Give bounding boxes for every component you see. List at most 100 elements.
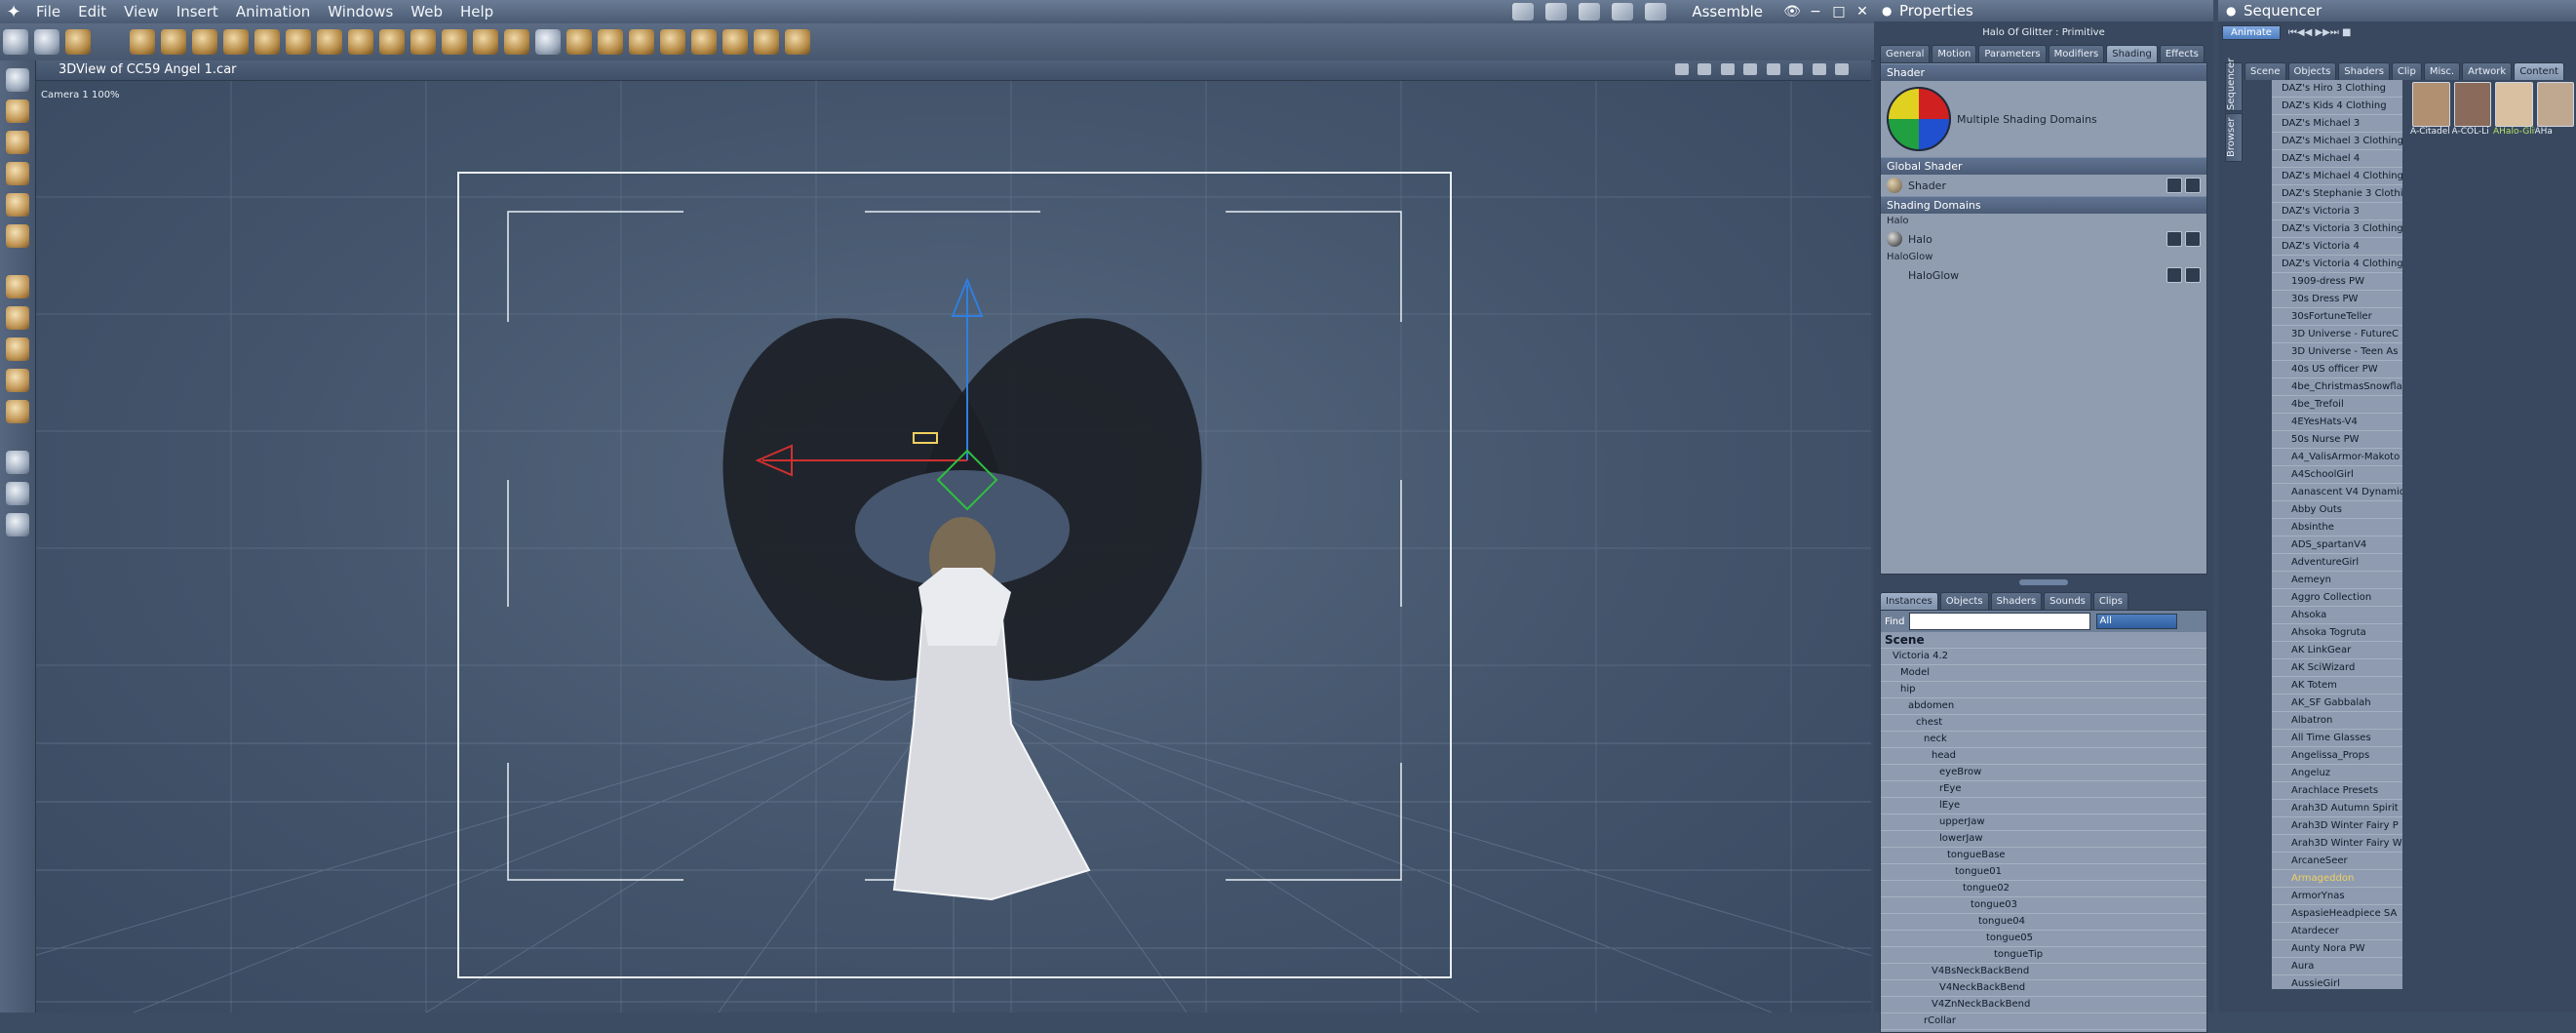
tree-row[interactable]: V4NeckBackBend bbox=[1881, 980, 2206, 997]
library-item[interactable]: Atardecer bbox=[2272, 923, 2402, 940]
close-icon[interactable]: ✕ bbox=[1854, 3, 1871, 20]
library-item[interactable]: 30sFortuneTeller bbox=[2272, 308, 2402, 326]
insert-cylinder-icon[interactable] bbox=[566, 29, 592, 55]
tree-row[interactable]: lEye bbox=[1881, 798, 2206, 814]
menu-edit[interactable]: Edit bbox=[69, 0, 115, 23]
link-tool-icon[interactable] bbox=[65, 29, 91, 55]
thumbnail-image[interactable] bbox=[2537, 82, 2575, 127]
library-item[interactable]: A4SchoolGirl bbox=[2272, 466, 2402, 484]
thumbnail-label[interactable]: AHalo-Glit bbox=[2493, 127, 2535, 137]
insert-cone-icon[interactable] bbox=[161, 29, 186, 55]
library-item[interactable]: Aura bbox=[2272, 958, 2402, 975]
shader-ball-icon[interactable] bbox=[1887, 178, 1902, 193]
room-texture-icon[interactable] bbox=[1579, 3, 1600, 20]
view-split-icon[interactable] bbox=[1743, 63, 1757, 75]
tab-effects[interactable]: Effects bbox=[2160, 45, 2205, 62]
domain-options-icon[interactable] bbox=[2166, 231, 2182, 247]
library-item[interactable]: Abby Outs bbox=[2272, 501, 2402, 519]
library-item[interactable]: Aunty Nora PW bbox=[2272, 940, 2402, 958]
library-item[interactable]: ArcaneSeer bbox=[2272, 853, 2402, 870]
tree-row[interactable]: tongueTip bbox=[1881, 947, 2206, 964]
thumbnail-image[interactable] bbox=[2412, 82, 2450, 127]
dolly-tool-icon[interactable] bbox=[6, 338, 29, 361]
library-item[interactable]: 4EYesHats-V4 bbox=[2272, 414, 2402, 431]
zoom-tool-icon[interactable] bbox=[6, 513, 29, 536]
grid-icon[interactable] bbox=[1698, 63, 1711, 75]
library-item[interactable]: AspasieHeadpiece SA bbox=[2272, 905, 2402, 923]
library-item[interactable]: Absinthe bbox=[2272, 519, 2402, 536]
library-item[interactable]: A4_ValisArmor-Makoto bbox=[2272, 449, 2402, 466]
library-item[interactable]: Angelissa_Props bbox=[2272, 747, 2402, 765]
tab-objects[interactable]: Objects bbox=[1940, 592, 1989, 610]
tab-sounds[interactable]: Sounds bbox=[2044, 592, 2091, 610]
tab-general[interactable]: General bbox=[1880, 45, 1930, 62]
view-quad-icon[interactable] bbox=[1721, 63, 1735, 75]
library-item[interactable]: Angeluz bbox=[2272, 765, 2402, 782]
animate-button[interactable]: Animate bbox=[2222, 25, 2281, 40]
library-item[interactable]: 30s Dress PW bbox=[2272, 291, 2402, 308]
library-item[interactable]: ArmorYnas bbox=[2272, 888, 2402, 905]
library-item[interactable]: 1909-dress PW bbox=[2272, 273, 2402, 291]
library-item[interactable]: Arah3D Winter Fairy P bbox=[2272, 817, 2402, 835]
thumbnail-label[interactable]: AHa bbox=[2535, 127, 2576, 137]
library-item[interactable]: DAZ's Victoria 4 Clothing bbox=[2272, 256, 2402, 273]
tree-row[interactable]: V4BsNeckBackBend bbox=[1881, 964, 2206, 980]
library-item[interactable]: 50s Nurse PW bbox=[2272, 431, 2402, 449]
translate-tool-icon[interactable] bbox=[6, 275, 29, 298]
rotate-tool-icon[interactable] bbox=[6, 131, 29, 154]
tree-row[interactable]: Victoria 4.2 bbox=[1881, 649, 2206, 665]
menu-insert[interactable]: Insert bbox=[168, 0, 227, 23]
library-item[interactable]: AK SciWizard bbox=[2272, 659, 2402, 677]
insert-light-icon[interactable] bbox=[348, 29, 373, 55]
library-item[interactable]: AdventureGirl bbox=[2272, 554, 2402, 572]
insert-house-icon[interactable] bbox=[504, 29, 529, 55]
menu-file[interactable]: File bbox=[27, 0, 69, 23]
tree-row[interactable]: tongue03 bbox=[1881, 897, 2206, 914]
tree-row[interactable]: rEye bbox=[1881, 781, 2206, 798]
tree-row[interactable]: lowerJaw bbox=[1881, 831, 2206, 848]
tree-row[interactable]: Scene bbox=[1881, 632, 2206, 649]
library-item[interactable]: Ahsoka Togruta bbox=[2272, 624, 2402, 642]
insert-leaf-icon[interactable] bbox=[629, 29, 654, 55]
thumbnail-label[interactable]: A-Citadel bbox=[2410, 127, 2452, 137]
library-item[interactable]: Arachlace Presets bbox=[2272, 782, 2402, 800]
library-item[interactable]: Armageddon bbox=[2272, 870, 2402, 888]
playback-controls-icon[interactable]: ⏮◀◀ ▶▶⏭ ■ bbox=[2288, 27, 2352, 38]
tree-row[interactable]: Model bbox=[1881, 665, 2206, 682]
inspect-tool-icon[interactable] bbox=[6, 400, 29, 423]
library-item[interactable]: DAZ's Victoria 4 bbox=[2272, 238, 2402, 256]
lights-icon[interactable] bbox=[1789, 63, 1803, 75]
tree-row[interactable]: head bbox=[1881, 748, 2206, 765]
library-item[interactable]: DAZ's Victoria 3 Clothing bbox=[2272, 220, 2402, 238]
library-item[interactable]: DAZ's Victoria 3 bbox=[2272, 203, 2402, 220]
library-item[interactable]: AussieGirl bbox=[2272, 975, 2402, 989]
domain-menu-icon[interactable] bbox=[2185, 231, 2201, 247]
library-item[interactable]: Albatron bbox=[2272, 712, 2402, 730]
insert-plant-icon[interactable] bbox=[317, 29, 342, 55]
arrow-tool-icon[interactable] bbox=[6, 68, 29, 92]
find-input[interactable] bbox=[1909, 613, 2090, 630]
rotate-tool-icon[interactable] bbox=[34, 29, 59, 55]
tab-clip[interactable]: Clip bbox=[2392, 62, 2422, 80]
insert-spline-icon[interactable] bbox=[254, 29, 280, 55]
vtab-browser[interactable]: Browser bbox=[2225, 113, 2243, 162]
library-item[interactable]: 4be_Trefoil bbox=[2272, 396, 2402, 414]
scale-tool-icon[interactable] bbox=[6, 162, 29, 185]
tree-row[interactable]: neck bbox=[1881, 732, 2206, 748]
camera-tool-icon[interactable] bbox=[6, 451, 29, 474]
tab-parameters[interactable]: Parameters bbox=[1978, 45, 2046, 62]
tree-row[interactable]: abdomen bbox=[1881, 698, 2206, 715]
room-storyboard-icon[interactable] bbox=[1645, 3, 1666, 20]
shading-icon[interactable] bbox=[1835, 63, 1849, 75]
room-render-icon[interactable] bbox=[1612, 3, 1633, 20]
library-item[interactable]: Ahsoka bbox=[2272, 607, 2402, 624]
3d-viewport[interactable] bbox=[36, 60, 1871, 1013]
insert-text3d-icon[interactable] bbox=[535, 29, 561, 55]
insert-sphere-icon[interactable] bbox=[130, 29, 155, 55]
thumbnail-image[interactable] bbox=[2454, 82, 2492, 127]
library-item[interactable]: Aanascent V4 Dynamic bbox=[2272, 484, 2402, 501]
library-item[interactable]: DAZ's Michael 4 Clothing bbox=[2272, 168, 2402, 185]
tree-row[interactable]: tongue04 bbox=[1881, 914, 2206, 931]
insert-fx-icon[interactable] bbox=[722, 29, 748, 55]
insert-text-icon[interactable] bbox=[286, 29, 311, 55]
